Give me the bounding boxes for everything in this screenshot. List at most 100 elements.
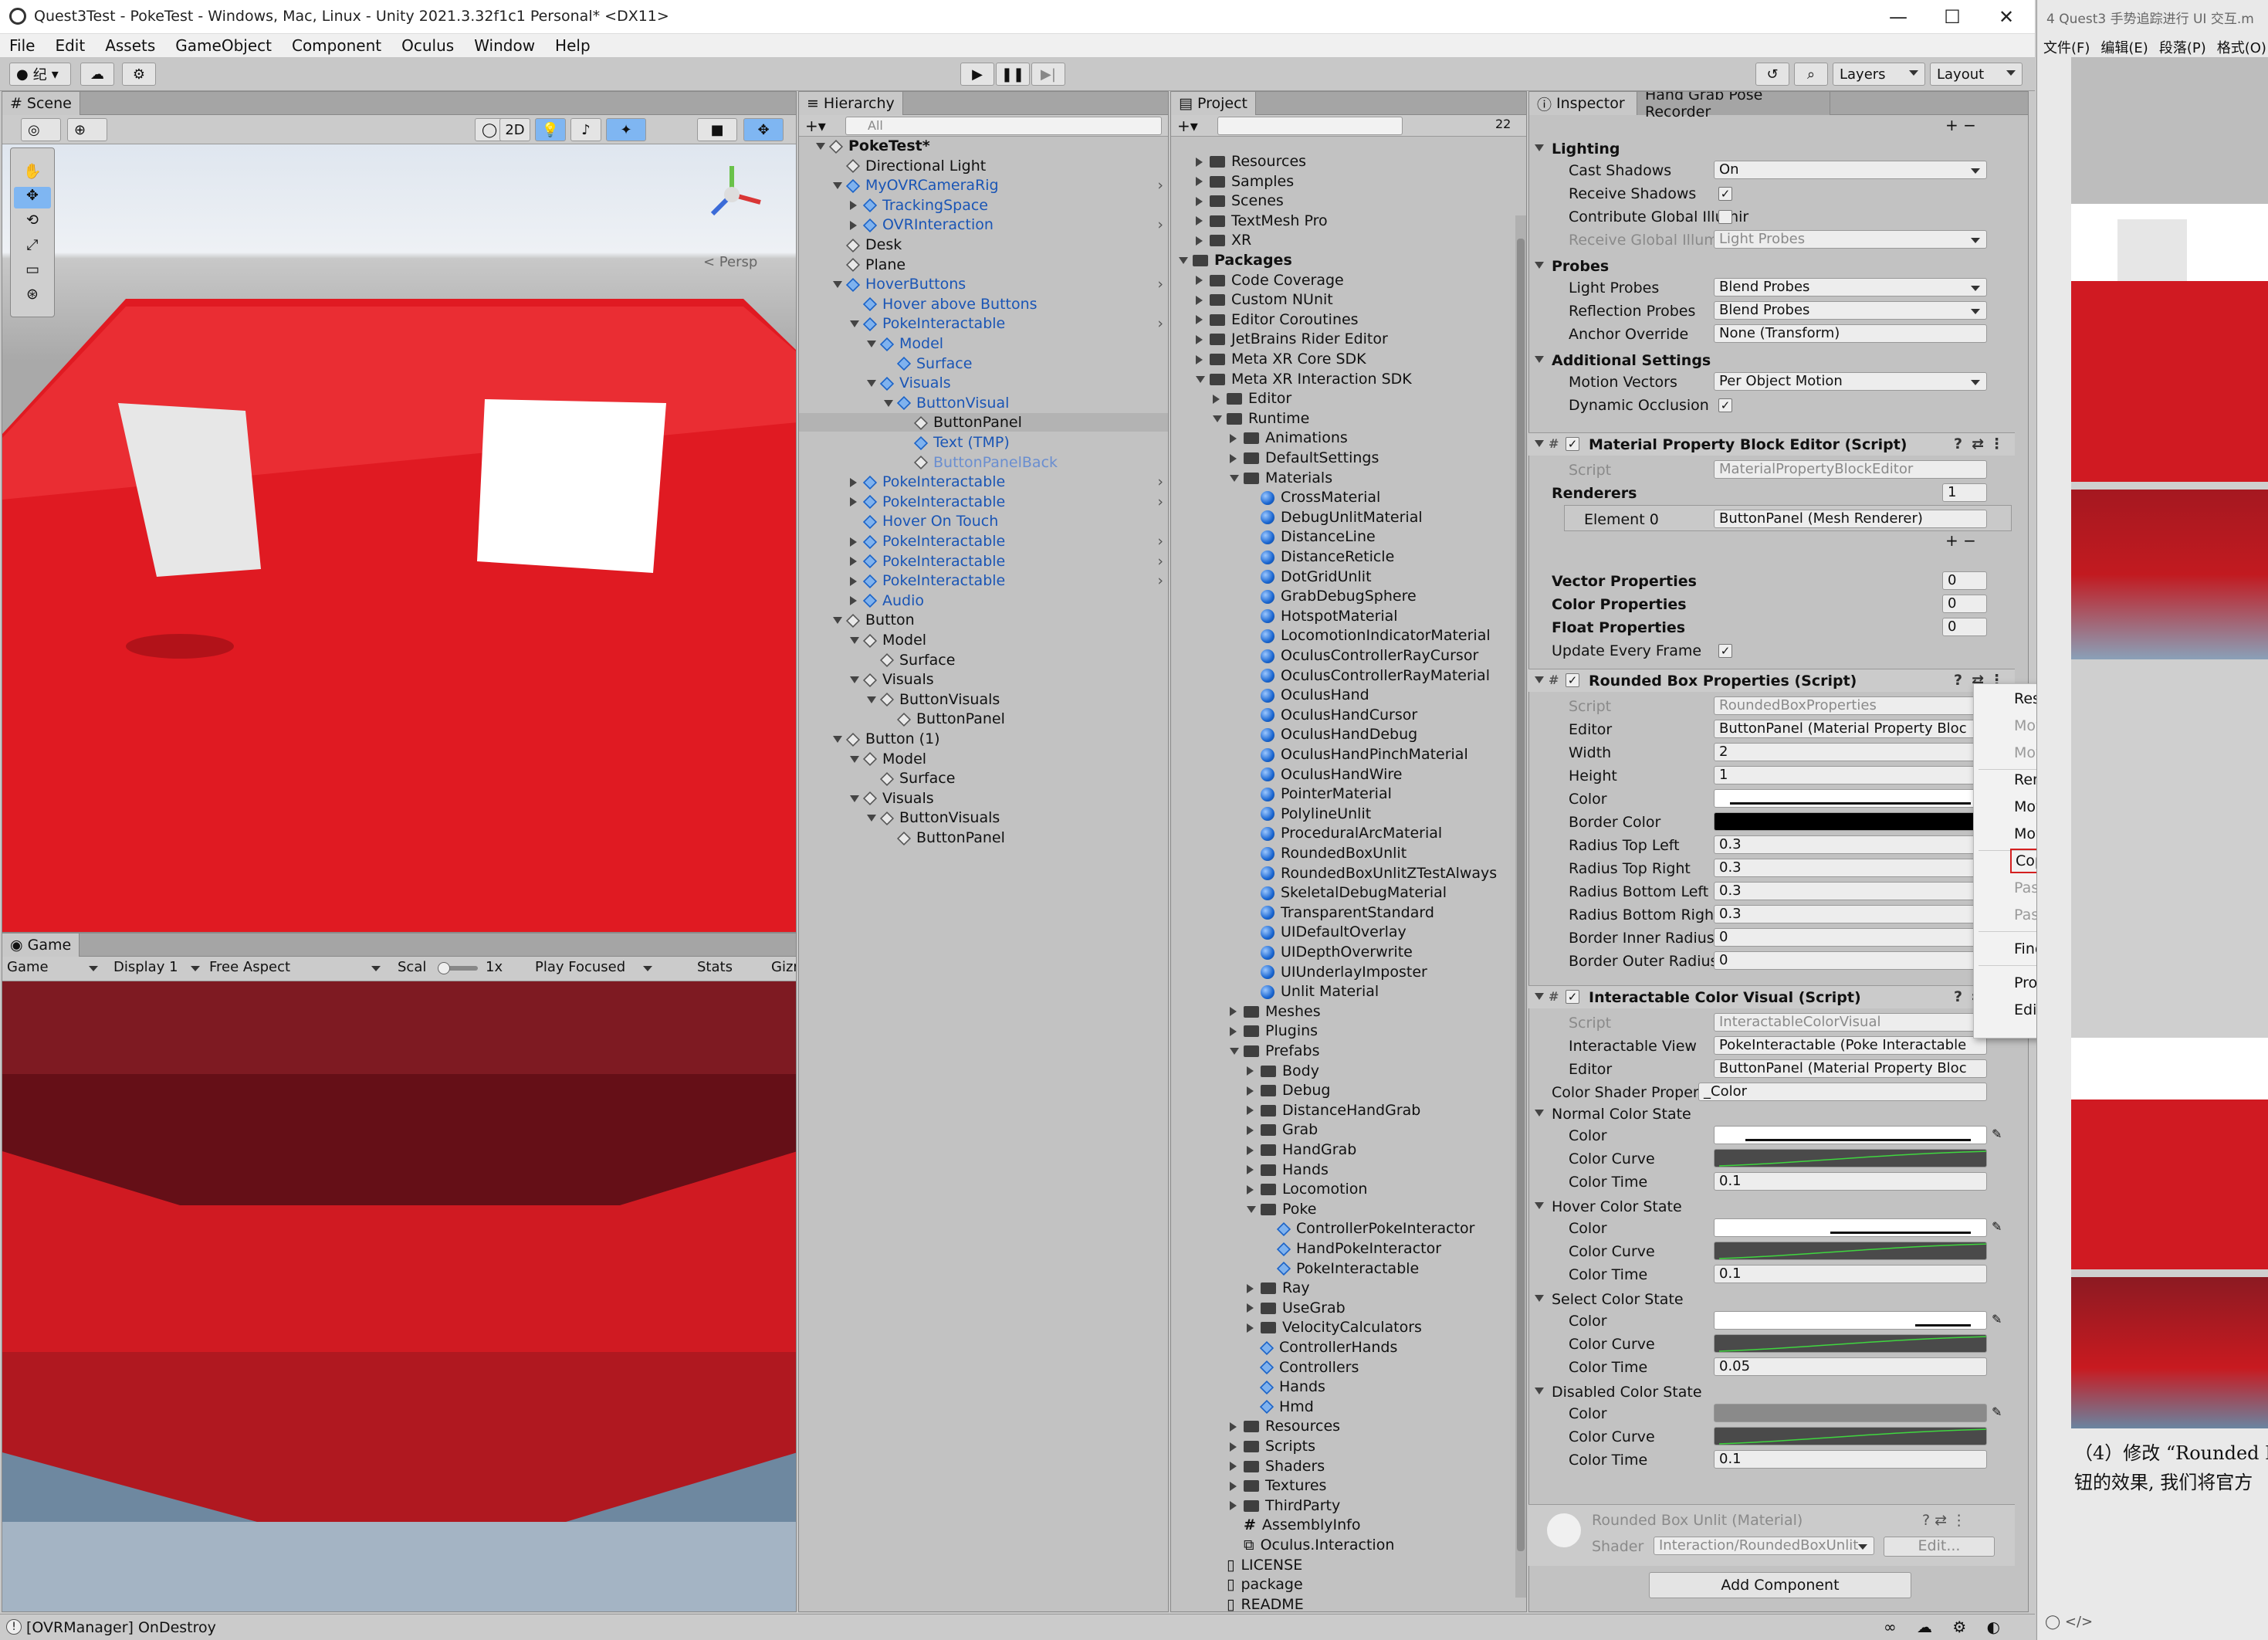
state-time-field[interactable]: 0.1 xyxy=(1714,1265,1987,1283)
project-item[interactable]: ⧉ Oculus.Interaction xyxy=(1171,1536,1515,1554)
project-item[interactable]: Plugins xyxy=(1171,1022,1515,1040)
project-item[interactable]: Controllers xyxy=(1171,1358,1515,1377)
project-item[interactable]: PokeInteractable xyxy=(1171,1259,1515,1278)
enabled-checkbox[interactable]: ✓ xyxy=(1566,437,1579,451)
interactable-view-field[interactable]: PokeInteractable (Poke Interactable xyxy=(1714,1036,1987,1055)
menu-help[interactable]: Help xyxy=(555,36,591,55)
close-button[interactable]: ✕ xyxy=(1979,0,2033,34)
tab-inspector[interactable]: ⓘ Inspector xyxy=(1529,92,1637,115)
hierarchy-item[interactable]: Audio xyxy=(799,591,1168,610)
project-item[interactable]: OculusControllerRayMaterial xyxy=(1171,666,1515,685)
rbp-script-field[interactable]: RoundedBoxProperties xyxy=(1714,696,1987,715)
project-item[interactable]: XR xyxy=(1171,231,1515,249)
tab-scene[interactable]: # Scene xyxy=(2,92,80,115)
cloud-button[interactable]: ☁ xyxy=(80,63,114,86)
project-item[interactable]: DistanceReticle xyxy=(1171,547,1515,566)
project-item[interactable]: Code Coverage xyxy=(1171,271,1515,290)
expand-right-icon[interactable] xyxy=(1213,394,1220,404)
expand-down-icon[interactable] xyxy=(867,380,876,388)
vector-count-field[interactable]: 0 xyxy=(1942,571,1987,590)
expand-right-icon[interactable] xyxy=(850,596,857,606)
element-0-field[interactable]: ButtonPanel (Mesh Renderer) xyxy=(1714,510,1987,528)
project-item[interactable]: CrossMaterial xyxy=(1171,488,1515,507)
material-help-icon[interactable]: ? ⇄ ⋮ xyxy=(1922,1512,1966,1529)
layout-dropdown[interactable]: Layout xyxy=(1930,63,2023,86)
project-item[interactable]: UIDefaultOverlay xyxy=(1171,923,1515,941)
expand-right-icon[interactable] xyxy=(1230,1481,1237,1491)
menu-file[interactable]: File xyxy=(9,36,35,55)
reflection-probes-dropdown[interactable]: Blend Probes xyxy=(1714,301,1987,320)
chevron-right-icon[interactable]: › xyxy=(1157,493,1163,511)
add-icon[interactable]: + − xyxy=(1945,116,1976,134)
expand-down-icon[interactable] xyxy=(1535,993,1544,1000)
expand-down-icon[interactable] xyxy=(850,637,859,644)
rect-tool-icon[interactable]: ▭ xyxy=(14,261,51,283)
expand-down-icon[interactable] xyxy=(1179,257,1188,264)
expand-down-icon[interactable] xyxy=(1247,1205,1256,1213)
expand-down-icon[interactable] xyxy=(1213,415,1222,422)
hierarchy-item[interactable]: Text (TMP) xyxy=(799,433,1168,452)
rbp-rbr-field[interactable]: 0.3 xyxy=(1714,905,1987,923)
rbp-rtr-field[interactable]: 0.3 xyxy=(1714,859,1987,877)
project-item[interactable]: Scripts xyxy=(1171,1437,1515,1455)
expand-right-icon[interactable] xyxy=(1247,1125,1254,1135)
rbp-rtl-field[interactable]: 0.3 xyxy=(1714,835,1987,854)
pause-button[interactable]: ❚❚ xyxy=(996,63,1030,86)
receive-shadows-checkbox[interactable]: ✓ xyxy=(1718,187,1732,201)
move-tool-icon[interactable]: ✥ xyxy=(14,187,51,208)
color-state-3[interactable]: Disabled Color State xyxy=(1528,1381,1992,1402)
hierarchy-item[interactable]: ButtonVisual xyxy=(799,394,1168,412)
effects-dropdown[interactable]: ✦ xyxy=(606,118,646,141)
expand-down-icon[interactable] xyxy=(1230,474,1239,482)
project-search-input[interactable] xyxy=(1217,117,1403,135)
expand-right-icon[interactable] xyxy=(1247,1184,1254,1194)
project-item[interactable]: Body xyxy=(1171,1062,1515,1080)
state-color-field[interactable] xyxy=(1714,1126,1987,1144)
expand-right-icon[interactable] xyxy=(850,497,857,507)
project-item[interactable]: HandGrab xyxy=(1171,1140,1515,1159)
expand-down-icon[interactable] xyxy=(867,815,876,822)
expand-right-icon[interactable] xyxy=(850,220,857,230)
eyedropper-icon[interactable]: ✎ xyxy=(1992,1219,2002,1234)
project-item[interactable]: OculusHandDebug xyxy=(1171,725,1515,744)
game-viewport[interactable] xyxy=(2,981,796,1611)
project-item[interactable]: PointerMaterial xyxy=(1171,784,1515,803)
interactable-color-visual-header[interactable]: #✓Interactable Color Visual (Script)?⇄⋮ xyxy=(1528,985,2015,1008)
hierarchy-item[interactable]: Visuals xyxy=(799,374,1168,392)
hierarchy-item[interactable]: Directional Light xyxy=(799,157,1168,175)
menu-oculus[interactable]: Oculus xyxy=(401,36,454,55)
hierarchy-item[interactable]: Plane xyxy=(799,256,1168,274)
project-item[interactable]: DistanceHandGrab xyxy=(1171,1101,1515,1120)
project-scrollbar-thumb[interactable] xyxy=(1517,239,1525,1551)
rbp-editor-field[interactable]: ButtonPanel (Material Property Bloc xyxy=(1714,720,1987,738)
chevron-right-icon[interactable]: › xyxy=(1157,552,1163,571)
doc-menu-format[interactable]: 格式(O) xyxy=(2217,37,2266,57)
project-item[interactable]: DebugUnlitMaterial xyxy=(1171,508,1515,527)
doc-menu-file[interactable]: 文件(F) xyxy=(2043,37,2090,57)
rbp-bor-field[interactable]: 0 xyxy=(1714,951,1987,970)
expand-right-icon[interactable] xyxy=(850,477,857,487)
expand-down-icon[interactable] xyxy=(1535,1110,1544,1116)
create-button[interactable]: +▾ xyxy=(805,117,826,135)
project-item[interactable]: Unlit Material xyxy=(1171,982,1515,1001)
display-dropdown[interactable]: Display 1 xyxy=(113,959,206,979)
project-item[interactable]: OculusHandWire xyxy=(1171,765,1515,784)
probes-section[interactable]: Probes xyxy=(1528,255,2015,278)
help-icon[interactable]: ? xyxy=(1954,435,1962,452)
expand-down-icon[interactable] xyxy=(833,182,842,190)
icv-editor-field[interactable]: ButtonPanel (Material Property Bloc xyxy=(1714,1059,1987,1078)
expand-down-icon[interactable] xyxy=(850,795,859,802)
project-item[interactable]: SkeletalDebugMaterial xyxy=(1171,883,1515,902)
gizmos-dropdown[interactable]: ✥ xyxy=(743,118,784,141)
expand-down-icon[interactable] xyxy=(1196,375,1205,383)
rotate-tool-icon[interactable]: ⟲ xyxy=(14,212,51,233)
icv-script-field[interactable]: InteractableColorVisual xyxy=(1714,1013,1987,1032)
help-icon[interactable]: ? xyxy=(1954,988,1962,1005)
expand-down-icon[interactable] xyxy=(1535,262,1544,269)
hierarchy-item-selected[interactable]: ButtonPanel xyxy=(799,413,1168,432)
enabled-checkbox[interactable]: ✓ xyxy=(1566,673,1579,687)
project-item[interactable]: Runtime xyxy=(1171,409,1515,428)
expand-right-icon[interactable] xyxy=(850,537,857,547)
project-item[interactable]: Poke xyxy=(1171,1200,1515,1218)
expand-right-icon[interactable] xyxy=(1247,1066,1254,1076)
